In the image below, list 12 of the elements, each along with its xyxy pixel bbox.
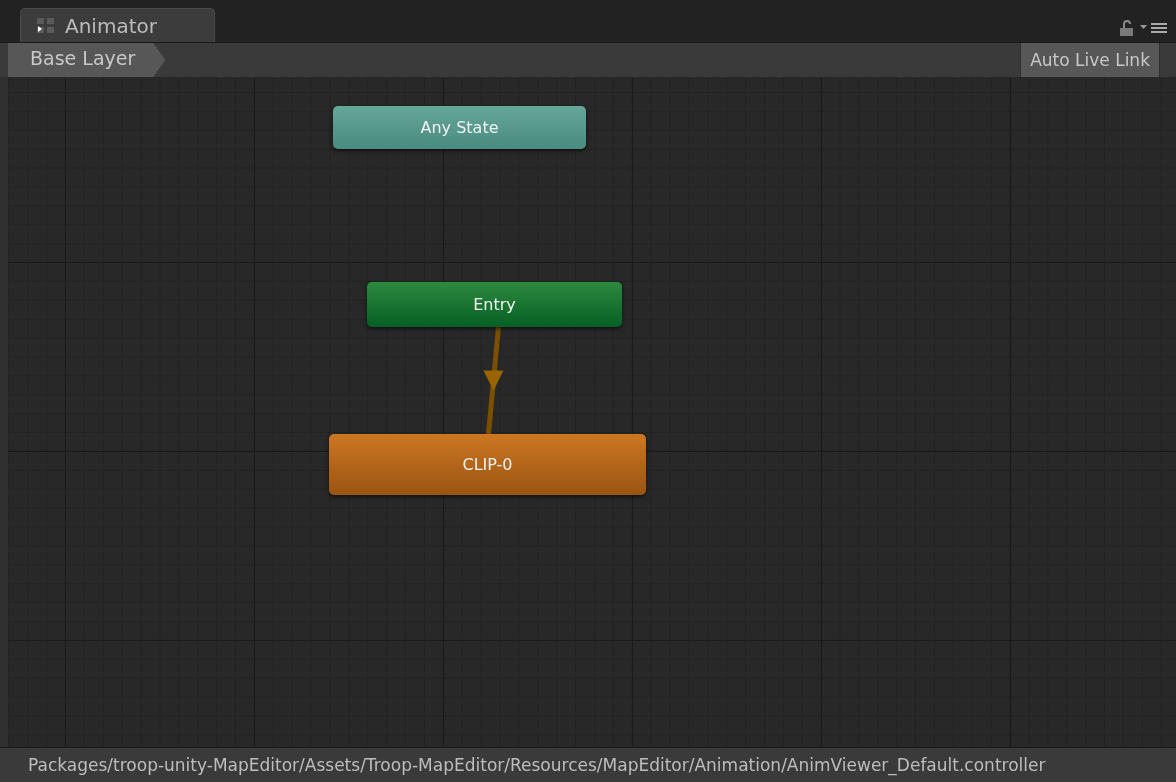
animator-tab[interactable]: Animator — [20, 8, 215, 42]
state-node[interactable]: CLIP-0 — [329, 434, 646, 495]
state-node[interactable]: Any State — [333, 106, 586, 149]
graph-canvas[interactable]: Any State Entry CLIP-0 — [8, 77, 1176, 747]
animator-icon — [37, 16, 57, 35]
breadcrumb-button[interactable]: Base Layer — [8, 43, 166, 77]
menu-icon[interactable] — [1140, 22, 1168, 34]
auto-live-link-button[interactable]: Auto Live Link — [1020, 43, 1160, 77]
state-node[interactable]: Entry — [367, 282, 622, 327]
lock-icon[interactable] — [1120, 20, 1134, 36]
transition-arrow[interactable] — [483, 326, 504, 435]
asset-path: Packages/troop-unity-MapEditor/Assets/Troop-MapEditor/Resources/MapEditor/Animation/AnimViewer_Default.controller — [0, 747, 1176, 782]
